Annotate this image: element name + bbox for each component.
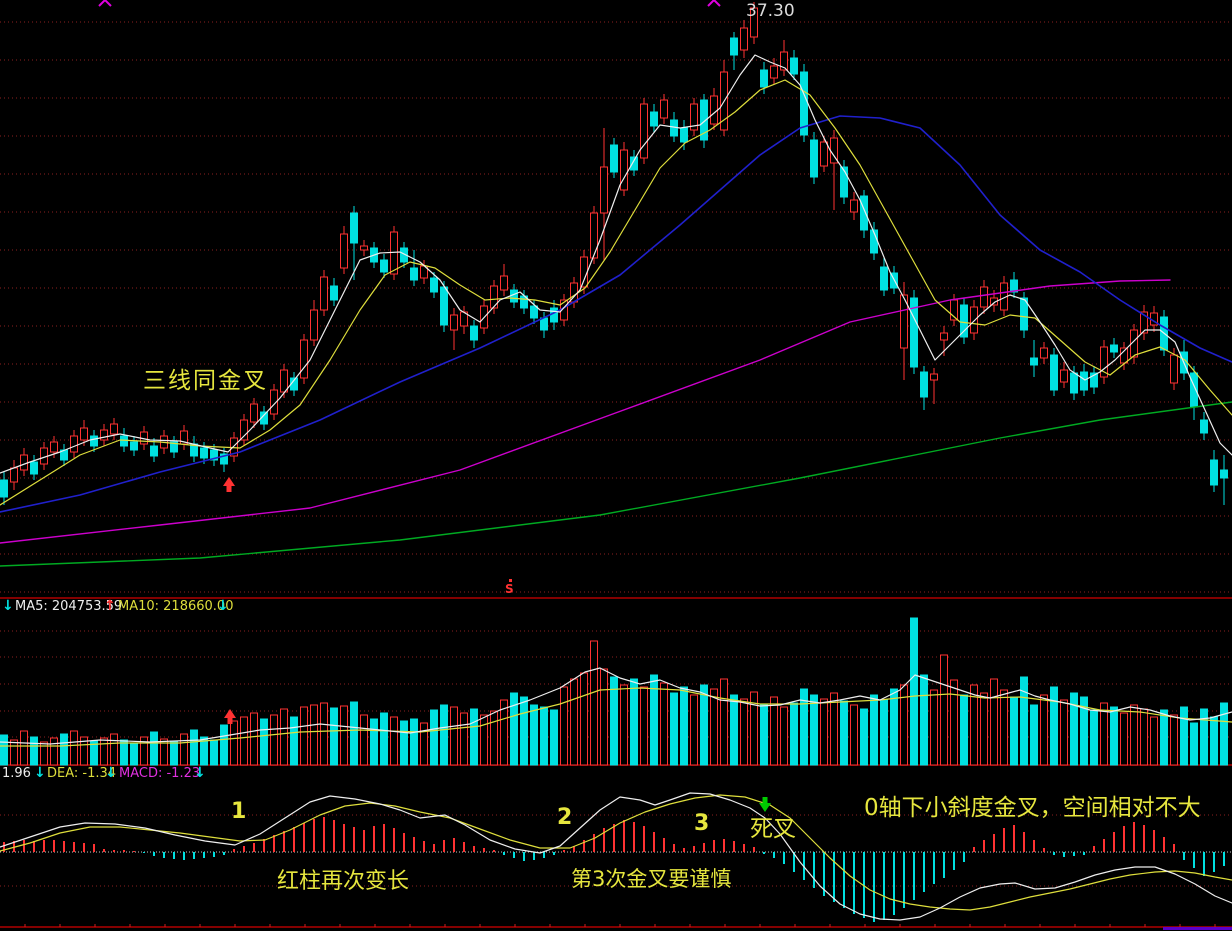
down-arrow-icon: ↓	[34, 766, 46, 780]
golden-cross-1-label: 1	[231, 801, 246, 823]
red-bars-annotation: 红柱再次变长	[277, 871, 409, 893]
stock-chart-window: 37.30 三线同金叉 ↓ MA5: 204753.59 ↑ MA10: 218…	[0, 0, 1232, 931]
down-arrow-icon: ↓	[217, 599, 229, 613]
macd-value-label: MACD: -1.23	[119, 767, 200, 780]
third-cross-annotation: 第3次金叉要谨慎	[571, 869, 731, 890]
macd-pane[interactable]	[0, 766, 1232, 931]
death-cross-annotation: 死叉	[750, 818, 796, 841]
up-arrow-icon: ↑	[104, 599, 116, 613]
macd-dif-value: 1.96	[2, 767, 31, 780]
down-arrow-icon: ↓	[105, 766, 117, 780]
golden-cross-2-label: 2	[557, 807, 572, 829]
peak-price-label: 37.30	[746, 3, 795, 20]
sell-signal-dot	[509, 579, 512, 582]
down-arrow-icon: ↓	[2, 599, 14, 613]
main-chart-pane[interactable]	[0, 0, 1232, 597]
sell-signal-marker: S	[505, 583, 514, 595]
down-arrow-icon: ↓	[194, 766, 206, 780]
zero-axis-annotation: 0轴下小斜度金叉，空间相对不大	[864, 797, 1201, 820]
volume-pane[interactable]	[0, 598, 1232, 765]
three-line-cross-annotation: 三线同金叉	[143, 370, 268, 393]
golden-cross-3-label: 3	[694, 813, 709, 835]
